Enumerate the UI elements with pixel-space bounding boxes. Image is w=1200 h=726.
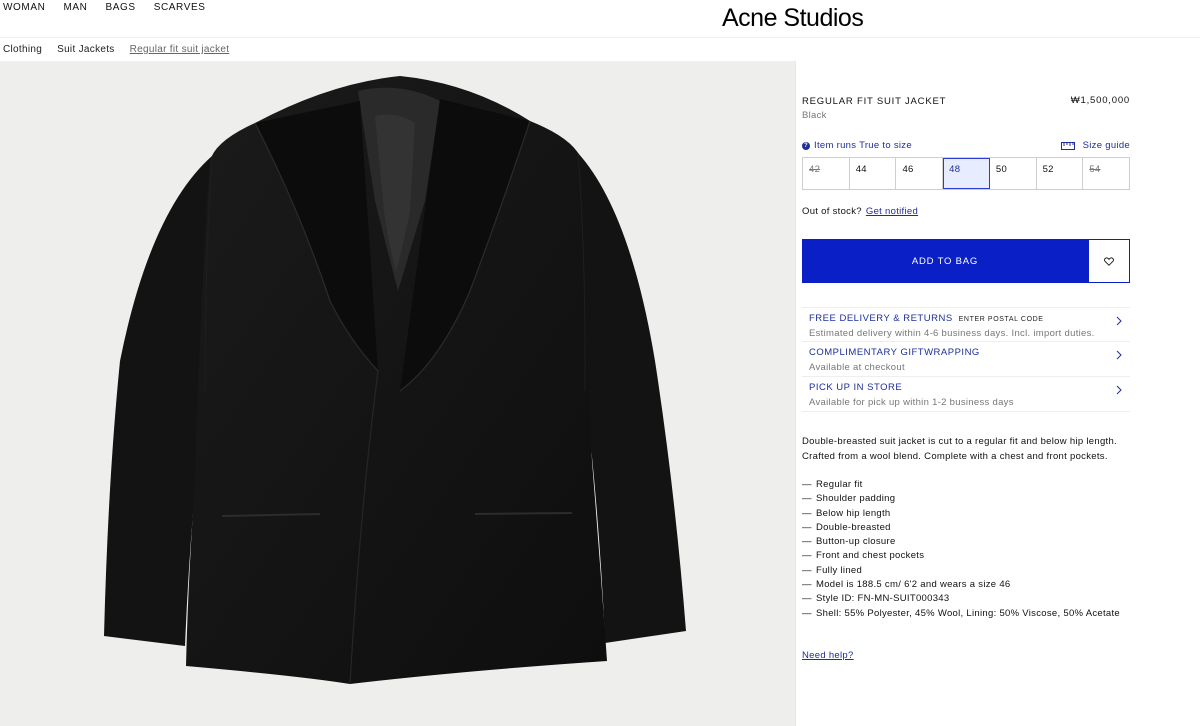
service-giftwrapping-title: COMPLIMENTARY GIFTWRAPPING <box>809 347 980 358</box>
nav-man[interactable]: MAN <box>63 2 87 13</box>
detail-item: — Below hip length <box>802 507 891 519</box>
brand-logo[interactable]: Acne Studios <box>722 4 864 33</box>
panel-divider <box>795 61 796 726</box>
breadcrumb-clothing[interactable]: Clothing <box>3 44 42 55</box>
size-option-52[interactable]: 52 <box>1037 158 1084 189</box>
size-option-44[interactable]: 44 <box>850 158 897 189</box>
nav-woman[interactable]: WOMAN <box>3 2 45 13</box>
product-description: Double-breasted suit jacket is cut to a … <box>802 436 1117 462</box>
service-pickup-title: PICK UP IN STORE <box>809 382 903 393</box>
need-help-link[interactable]: Need help? <box>802 650 854 661</box>
service-pickup[interactable]: PICK UP IN STORE Available for pick up w… <box>802 377 1130 412</box>
size-guide-label: Size guide <box>1082 140 1130 151</box>
ruler-icon <box>1060 141 1075 150</box>
product-image[interactable] <box>0 61 795 726</box>
size-option-54[interactable]: 54 <box>1083 158 1129 189</box>
add-to-bag-button[interactable]: ADD TO BAG <box>802 239 1088 283</box>
chevron-right-icon <box>1116 385 1122 395</box>
jacket-illustration <box>104 76 686 685</box>
service-delivery-sub: Estimated delivery within 4-6 business d… <box>809 328 1095 339</box>
top-navigation: WOMAN MAN BAGS SCARVES Acne Studios <box>0 0 1200 38</box>
enter-postal-code-link[interactable]: ENTER POSTAL CODE <box>959 316 1044 323</box>
breadcrumb-current[interactable]: Regular fit suit jacket <box>130 44 230 55</box>
service-pickup-sub: Available for pick up within 1-2 busines… <box>809 397 1014 408</box>
heart-icon <box>1104 256 1114 266</box>
get-notified-link[interactable]: Get notified <box>866 206 918 217</box>
size-option-42[interactable]: 42 <box>803 158 850 189</box>
product-details: — Regular fit — Shoulder padding — Below hi… <box>802 478 1120 621</box>
service-giftwrapping[interactable]: COMPLIMENTARY GIFTWRAPPING Available at … <box>802 342 1130 377</box>
add-to-bag-row: ADD TO BAG <box>802 239 1130 283</box>
breadcrumb: Clothing Suit Jackets Regular fit suit j… <box>3 44 229 55</box>
chevron-right-icon <box>1116 350 1122 360</box>
main-menu: WOMAN MAN BAGS SCARVES <box>3 2 206 13</box>
detail-item: — Model is 188.5 cm/ 6'2 and wears a size… <box>802 579 1011 591</box>
wishlist-button[interactable] <box>1088 239 1130 283</box>
out-of-stock-row: Out of stock? Get notified <box>802 206 918 217</box>
detail-item: — Shoulder padding <box>802 493 896 505</box>
service-delivery-title: FREE DELIVERY & RETURNS <box>809 313 953 324</box>
size-selector: 42 44 46 48 50 52 54 <box>802 157 1130 190</box>
service-giftwrapping-sub: Available at checkout <box>809 362 905 373</box>
detail-item: — Shell: 55% Polyester, 45% Wool, Lining:… <box>802 607 1121 619</box>
service-list: FREE DELIVERY & RETURNS ENTER POSTAL CODE… <box>802 307 1130 412</box>
service-delivery[interactable]: FREE DELIVERY & RETURNS ENTER POSTAL CODE… <box>802 307 1130 342</box>
product-title: REGULAR FIT SUIT JACKET <box>802 96 947 107</box>
detail-item: — Front and chest pockets <box>802 550 925 562</box>
detail-item: — Fully lined <box>802 564 863 576</box>
size-option-46[interactable]: 46 <box>896 158 944 189</box>
detail-item: — Double-breasted <box>802 521 891 533</box>
size-guide-link[interactable]: Size guide <box>1060 140 1130 151</box>
nav-scarves[interactable]: SCARVES <box>154 2 206 13</box>
info-icon: ? <box>802 141 810 150</box>
size-option-50[interactable]: 50 <box>990 158 1037 189</box>
product-price: ₩1,500,000 <box>1070 95 1130 106</box>
detail-item: — Button-up closure <box>802 536 896 548</box>
breadcrumb-suit-jackets[interactable]: Suit Jackets <box>57 44 115 55</box>
out-of-stock-text: Out of stock? <box>802 206 862 217</box>
fit-note[interactable]: ? Item runs True to size <box>802 140 912 151</box>
detail-item: — Style ID: FN-MN-SUIT000343 <box>802 593 950 605</box>
chevron-right-icon <box>1116 316 1122 326</box>
size-option-48[interactable]: 48 <box>943 158 990 189</box>
nav-bags[interactable]: BAGS <box>105 2 135 13</box>
detail-item: — Regular fit <box>802 479 863 490</box>
product-color: Black <box>802 110 827 121</box>
fit-note-text: Item runs True to size <box>814 140 912 151</box>
